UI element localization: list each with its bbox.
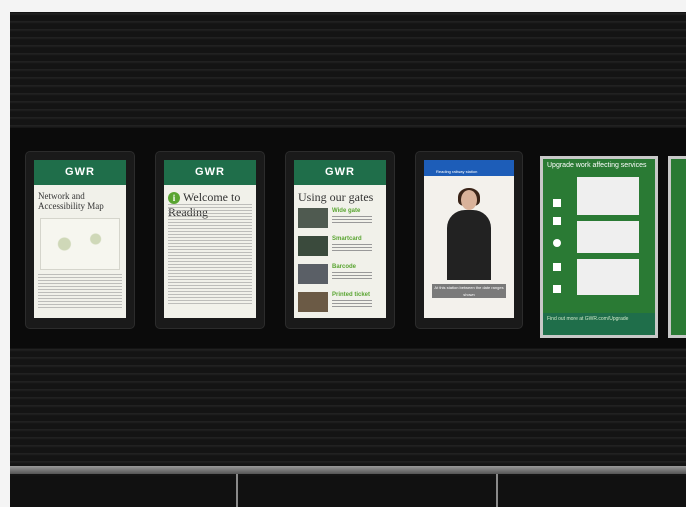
gwr-logo: GWR <box>34 160 126 185</box>
gwr-logo: GWR <box>164 160 256 185</box>
info-icon: i <box>168 192 180 205</box>
handrail <box>10 466 686 474</box>
poster-panel <box>671 159 686 335</box>
screen-network-map: GWR Network and Accessibility Map <box>26 152 134 328</box>
calendar-icon <box>553 263 561 271</box>
screen-display: GWR Using our gates Wide gate Smartcard … <box>294 160 386 318</box>
gate-desc <box>332 244 372 252</box>
poster-panel: Upgrade work affecting services Find out… <box>543 159 655 335</box>
ceiling-band <box>0 0 686 12</box>
screen-display: GWR iWelcome to Reading <box>164 160 256 318</box>
gate-desc <box>332 300 372 308</box>
rail-post <box>496 474 498 507</box>
notice-sheet <box>577 177 639 215</box>
gwr-logo: GWR <box>294 160 386 185</box>
header-text: Reading railway station <box>436 169 478 174</box>
gate-item: Smartcard <box>298 236 378 256</box>
notice-sheet <box>577 221 639 253</box>
gate-photo <box>298 208 328 228</box>
floor-shadow <box>10 476 686 507</box>
gate-desc <box>332 272 372 280</box>
gate-desc <box>332 216 372 224</box>
signer-body <box>447 210 491 280</box>
info-header: Reading railway station <box>424 160 514 176</box>
clock-icon <box>553 239 561 247</box>
left-pillar <box>0 0 10 507</box>
screen-title: Using our gates <box>298 190 374 204</box>
gate-item: Barcode <box>298 264 378 284</box>
poster-footer: Find out more at GWR.com/Upgrade <box>543 313 655 335</box>
screen-gates: GWR Using our gates Wide gate Smartcard … <box>286 152 394 328</box>
gate-label: Printed ticket <box>332 292 371 298</box>
caption-box: At this station between the date ranges … <box>432 284 506 298</box>
screen-welcome: GWR iWelcome to Reading <box>156 152 264 328</box>
station-info-text <box>168 204 252 304</box>
poster-partial <box>668 156 686 338</box>
person-icon <box>553 285 561 293</box>
gate-label: Wide gate <box>332 208 361 214</box>
gate-photo <box>298 292 328 312</box>
poster-title: Upgrade work affecting services <box>547 162 647 169</box>
screen-title: Network and Accessibility Map <box>38 191 104 211</box>
footer-text: Find out more at GWR.com/Upgrade <box>547 316 629 322</box>
gate-photo <box>298 264 328 284</box>
gate-label: Smartcard <box>332 236 362 242</box>
gate-item: Printed ticket <box>298 292 378 312</box>
network-map-image <box>40 218 120 270</box>
map-legend-text <box>38 274 122 308</box>
gate-item: Wide gate <box>298 208 378 228</box>
train-icon <box>553 199 561 207</box>
poster-upgrade-work: Upgrade work affecting services Find out… <box>540 156 658 338</box>
gate-photo <box>298 236 328 256</box>
screen-display: GWR Network and Accessibility Map <box>34 160 126 318</box>
signer-person <box>445 188 493 280</box>
screen-display: Reading railway station At this station … <box>424 160 514 318</box>
bus-icon <box>553 217 561 225</box>
rail-post <box>236 474 238 507</box>
gate-label: Barcode <box>332 264 357 270</box>
signer-face <box>461 190 477 210</box>
screen-sign-language: Reading railway station At this station … <box>416 152 522 328</box>
notice-sheet <box>577 259 639 295</box>
